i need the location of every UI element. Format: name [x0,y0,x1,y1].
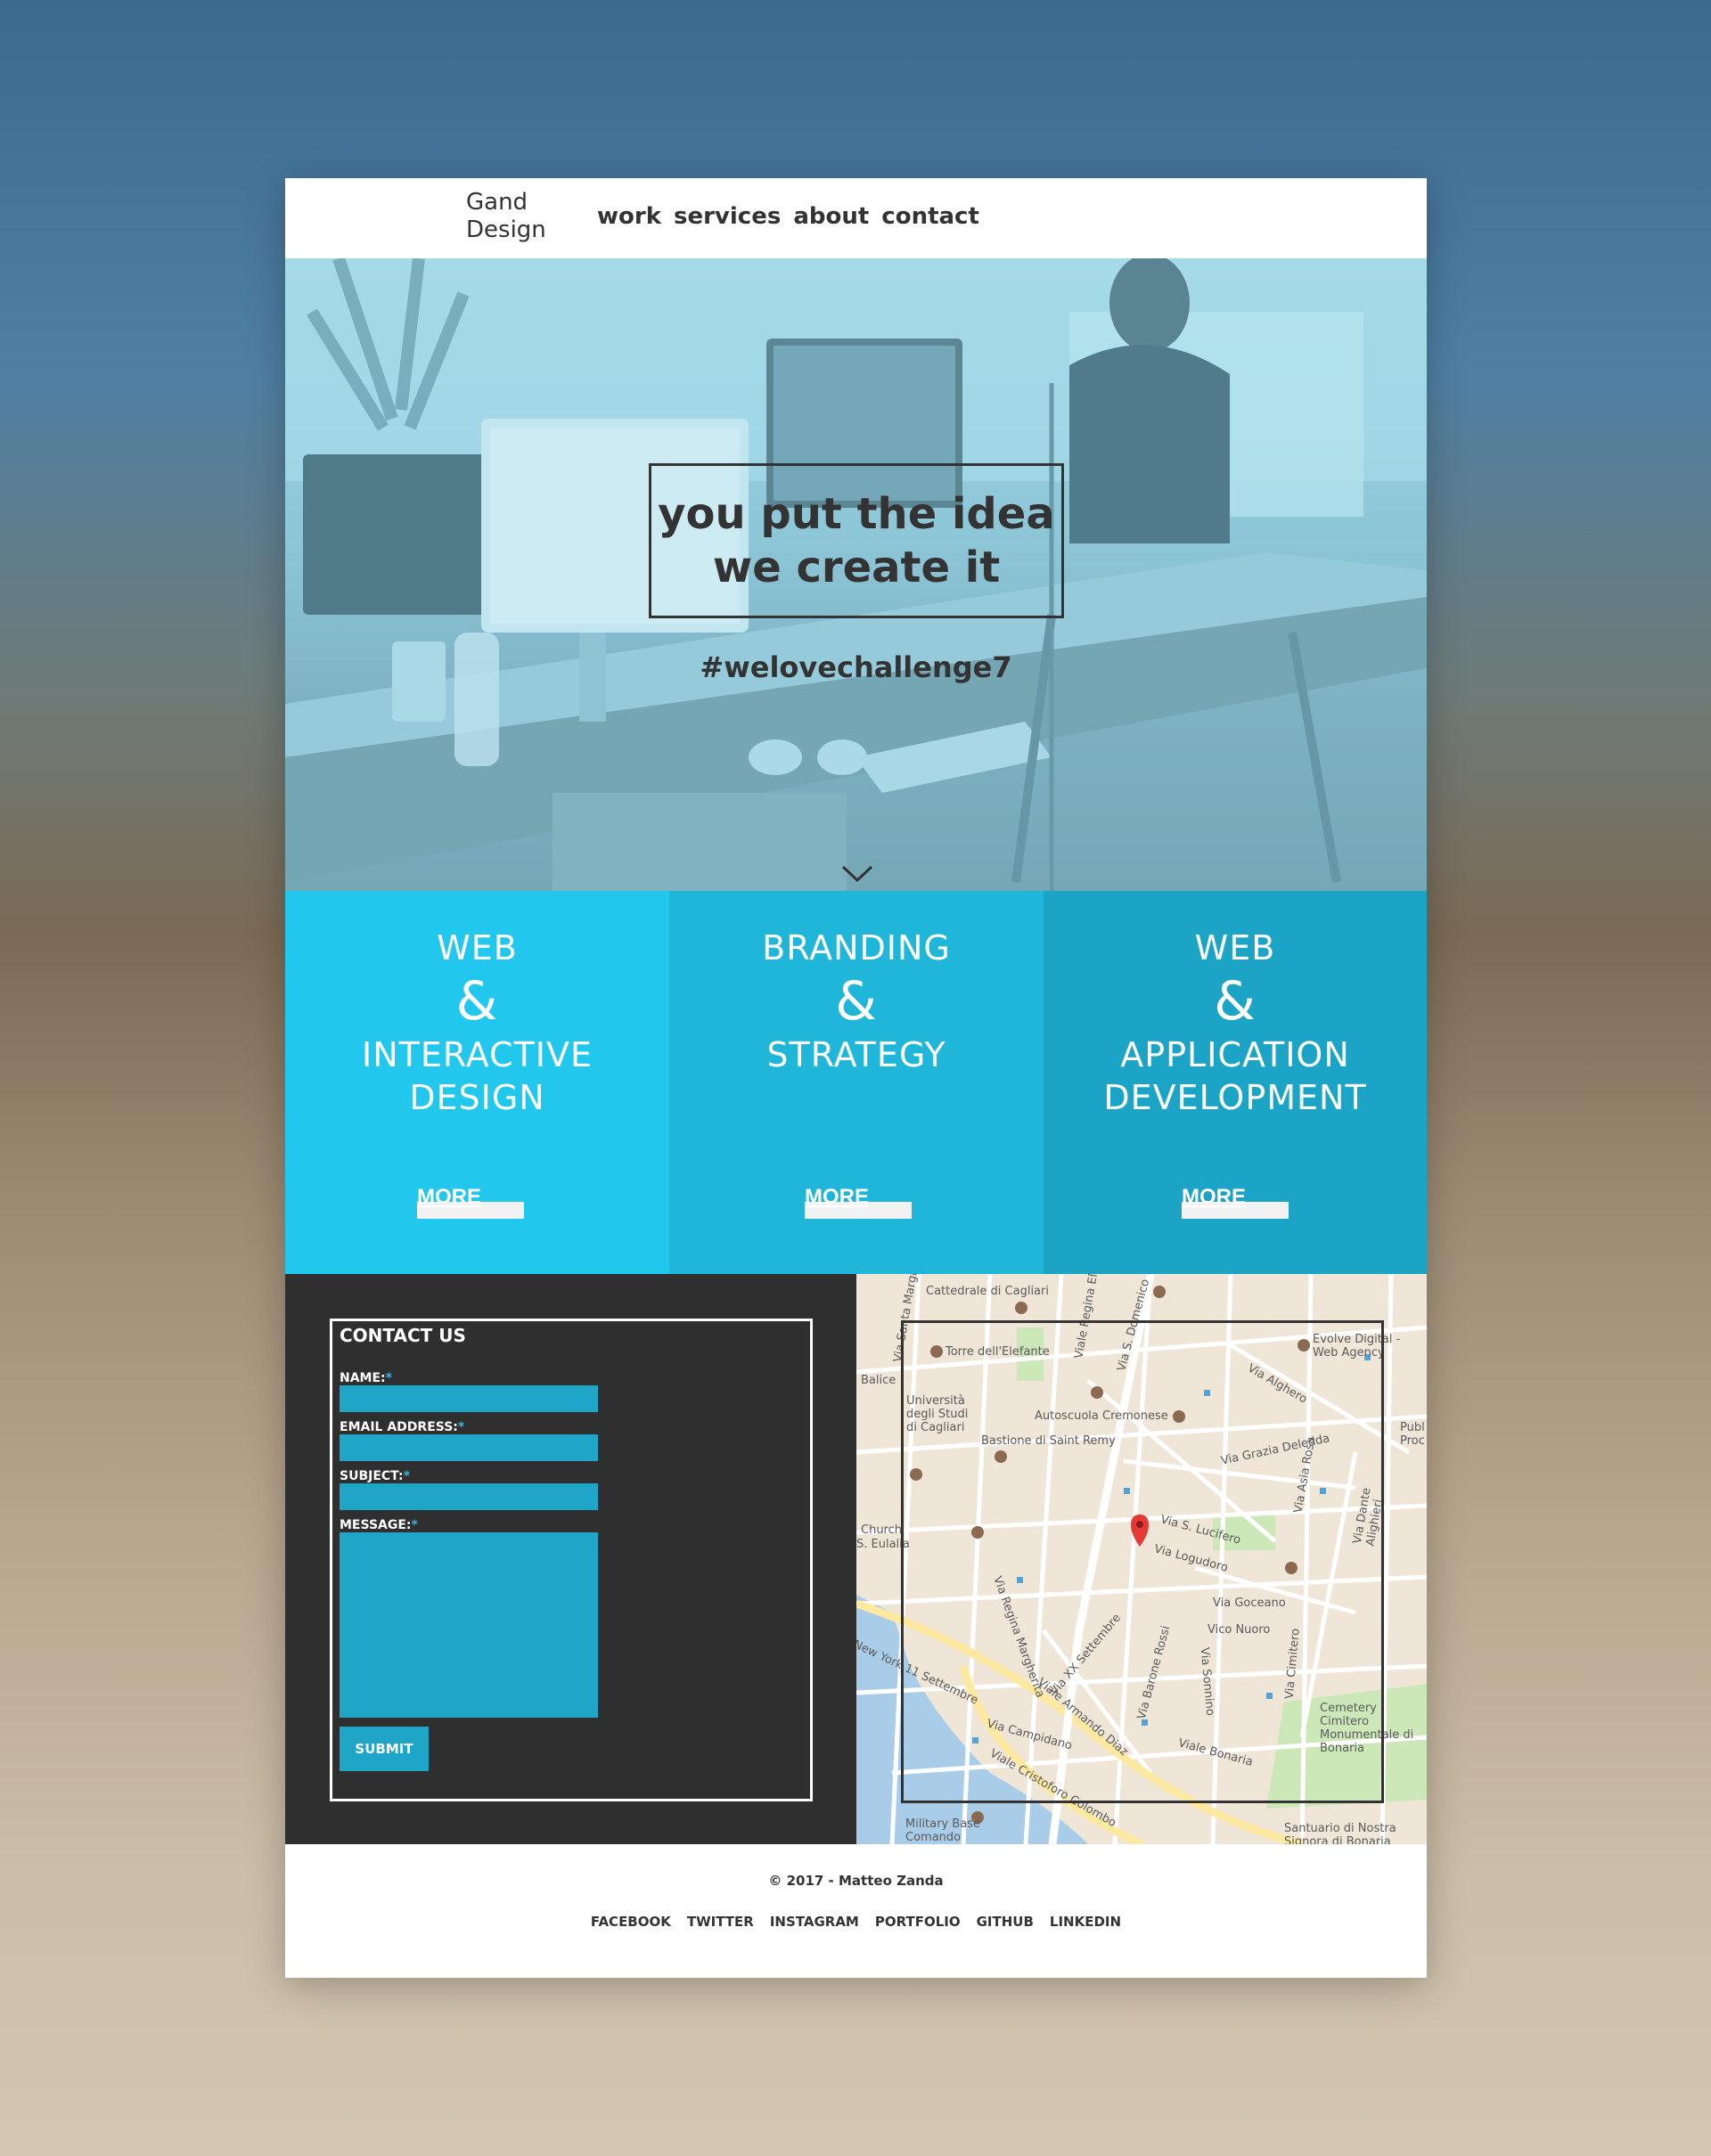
footer: © 2017 - Matteo Zanda FACEBOOK TWITTER I… [285,1844,1427,1978]
required-mark: * [403,1469,410,1483]
name-label: NAME:* [340,1371,392,1385]
service-card-web-interactive: WEB & INTERACTIVE DESIGN MORE [285,891,669,1274]
subject-input[interactable] [340,1483,598,1510]
service-title-bottom-1: INTERACTIVE [361,1035,593,1074]
contact-section: CONTACT US NAME:* EMAIL ADDRESS:* SUBJEC… [285,1274,856,1844]
subject-label-text: SUBJECT: [340,1469,404,1483]
services-section: WEB & INTERACTIVE DESIGN MORE BRANDING &… [285,891,1427,1274]
contact-title: CONTACT US [340,1325,466,1346]
service-title: WEB & INTERACTIVE DESIGN [285,927,669,1119]
footer-link-portfolio[interactable]: PORTFOLIO [875,1914,961,1930]
message-textarea[interactable] [340,1532,598,1718]
name-input[interactable] [340,1385,598,1412]
more-label: MORE [417,1185,481,1209]
service-title-top: WEB [1194,928,1276,968]
logo[interactable]: Gand Design [466,189,546,244]
more-label: MORE [805,1185,869,1209]
footer-link-instagram[interactable]: INSTAGRAM [770,1914,859,1930]
map-label: Balice [861,1374,896,1387]
more-button[interactable]: MORE [805,1185,912,1219]
more-label: MORE [1182,1185,1246,1209]
service-card-branding-strategy: BRANDING & STRATEGY MORE [669,891,1044,1274]
nav-link-work[interactable]: work [597,203,661,230]
ampersand: & [835,970,878,1033]
header-nav: Gand Design work services about contact [285,178,1427,258]
service-card-web-application: WEB & APPLICATION DEVELOPMENT MORE [1044,891,1427,1274]
required-mark: * [411,1518,418,1532]
service-title: WEB & APPLICATION DEVELOPMENT [1044,927,1427,1119]
hashtag: #welovechallenge7 [700,650,1012,684]
more-button[interactable]: MORE [417,1185,524,1219]
main-menu: work services about contact [597,203,979,230]
ampersand: & [455,970,499,1033]
required-mark: * [457,1420,465,1434]
chevron-down-icon[interactable] [841,864,873,884]
nav-link-contact[interactable]: contact [881,203,979,230]
email-input[interactable] [340,1434,598,1461]
ampersand: & [1214,970,1257,1033]
footer-link-github[interactable]: GITHUB [977,1914,1034,1930]
service-title-bottom-1: APPLICATION [1120,1035,1350,1074]
copyright: © 2017 - Matteo Zanda [768,1873,944,1889]
message-label: MESSAGE:* [340,1518,418,1532]
contact-form: CONTACT US NAME:* EMAIL ADDRESS:* SUBJEC… [330,1319,813,1801]
required-mark: * [385,1371,392,1385]
service-title: BRANDING & STRATEGY [669,927,1044,1076]
map-frame [901,1320,1384,1803]
footer-link-twitter[interactable]: TWITTER [687,1914,754,1930]
map[interactable]: Cattedrale di Cagliari Torre dell'Elefan… [856,1274,1427,1844]
nav-link-services[interactable]: services [674,203,781,230]
map-label: Military Base Comando Supporto [905,1817,980,1844]
message-label-text: MESSAGE: [340,1518,412,1532]
tagline-box: you put the idea we create it [649,463,1064,618]
nav-link-about[interactable]: about [793,203,869,230]
logo-line-2: Design [466,216,546,243]
name-label-text: NAME: [340,1371,386,1385]
footer-link-linkedin[interactable]: LINKEDIN [1050,1914,1121,1930]
footer-link-facebook[interactable]: FACEBOOK [591,1914,671,1930]
more-button[interactable]: MORE [1182,1185,1289,1219]
email-label: EMAIL ADDRESS:* [340,1420,464,1434]
service-title-bottom-2: DEVELOPMENT [1103,1078,1367,1117]
subject-label: SUBJECT:* [340,1469,410,1483]
map-label: Church [861,1523,903,1537]
map-label: Cattedrale di Cagliari [926,1285,1049,1298]
service-title-top: BRANDING [762,928,951,968]
tagline-line-1: you put the idea [658,489,1055,539]
service-title-bottom-1: STRATEGY [766,1035,946,1074]
map-label: Publ Proc [1400,1421,1425,1448]
map-label: Santuario di Nostra Signora di Bonaria [1284,1822,1396,1844]
logo-line-1: Gand [466,189,528,216]
email-label-text: EMAIL ADDRESS: [340,1420,458,1434]
submit-button[interactable]: SUBMIT [340,1727,429,1771]
tagline-line-2: we create it [712,543,1001,592]
hero-section: you put the idea we create it #welovecha… [285,258,1427,891]
service-title-top: WEB [437,928,518,968]
social-links: FACEBOOK TWITTER INSTAGRAM PORTFOLIO GIT… [285,1914,1427,1930]
page: Gand Design work services about contact [285,178,1427,1978]
service-title-bottom-2: DESIGN [409,1078,545,1117]
